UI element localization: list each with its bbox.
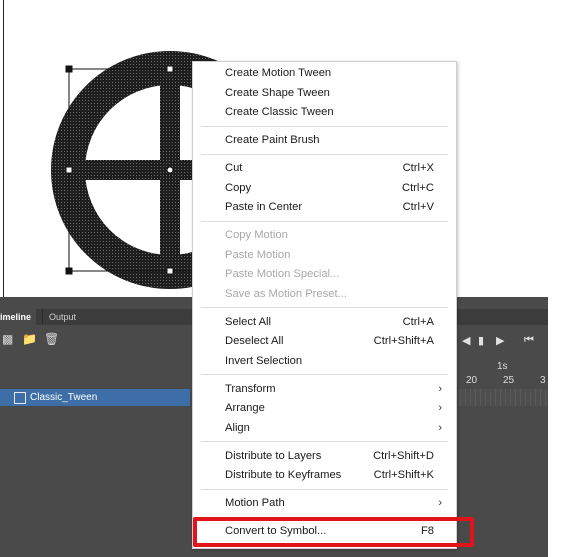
menu-item-label: Distribute to Keyframes (225, 469, 342, 481)
chevron-right-icon: › (438, 497, 442, 509)
menu-separator (201, 125, 448, 127)
menu-item-label: Create Paint Brush (225, 134, 320, 146)
menu-item-shortcut: Ctrl+Shift+D (373, 449, 434, 462)
chevron-right-icon: › (438, 421, 442, 434)
menu-item-transform[interactable]: Transform › (193, 380, 456, 399)
handle-top-left (65, 65, 73, 73)
highlight-box (193, 517, 474, 547)
menu-item-label: Paste Motion (225, 248, 291, 261)
menu-item-deselect-all[interactable]: Deselect All Ctrl+Shift+A (193, 332, 456, 351)
menu-item-label: Invert Selection (225, 354, 303, 367)
menu-item-arrange[interactable]: Arrange › (193, 399, 456, 418)
menu-item-create-shape-tween[interactable]: Create Shape Tween (193, 84, 456, 103)
menu-item-label: Paste Motion Special... (225, 268, 340, 280)
menu-item-invert-selection[interactable]: Invert Selection (193, 352, 456, 371)
chevron-right-icon: › (438, 382, 442, 395)
menu-separator (201, 153, 448, 155)
menu-item-paste-motion: Paste Motion (193, 246, 456, 265)
menu-item-align[interactable]: Align › (193, 419, 456, 438)
menu-item-label: Align (225, 421, 250, 434)
layer-row[interactable]: Classic_Tween (0, 389, 190, 406)
menu-item-save-as-motion-preset: Save as Motion Preset... (193, 285, 456, 304)
menu-item-shortcut: Ctrl+Shift+K (373, 469, 434, 481)
menu-item-label: Create Motion Tween (225, 67, 332, 79)
menu-separator (201, 441, 448, 442)
menu-item-label: Copy Motion (225, 229, 288, 241)
menu-item-distribute-to-keyframes[interactable]: Distribute to Keyframes Ctrl+Shift+K (193, 466, 456, 485)
menu-item-label: Create Shape Tween (225, 86, 330, 99)
menu-item-paste-motion-special: Paste Motion Special... (193, 265, 456, 284)
ruler-number: 25 (503, 375, 515, 386)
background-gap (548, 297, 570, 557)
step-forward-icon[interactable]: ▶ (496, 334, 504, 347)
menu-item-label: Deselect All (225, 335, 284, 347)
menu-separator (201, 374, 448, 375)
menu-item-label: Paste in Center (225, 201, 303, 213)
menu-separator (201, 220, 448, 222)
ruler-number: 20 (466, 375, 478, 386)
menu-item-create-paint-brush[interactable]: Create Paint Brush (193, 131, 456, 150)
handle-bottom-middle (166, 267, 174, 275)
menu-item-label: Cut (225, 162, 243, 174)
trash-icon[interactable]: 🗑 (44, 332, 59, 346)
menu-item-label: Copy (225, 181, 252, 194)
menu-item-distribute-to-layers[interactable]: Distribute to Layers Ctrl+Shift+D (193, 447, 456, 466)
menu-item-shortcut: Ctrl+A (402, 315, 434, 328)
new-layer-icon[interactable]: ▩ (2, 332, 13, 346)
layer-name: Classic_Tween (30, 392, 98, 403)
step-back-icon[interactable]: ◀ (462, 334, 470, 347)
handle-middle-left (65, 166, 73, 174)
menu-separator (201, 488, 448, 490)
menu-item-paste-in-center[interactable]: Paste in Center Ctrl+V (193, 198, 456, 217)
menu-item-copy-motion: Copy Motion (193, 226, 456, 245)
chevron-right-icon: › (438, 402, 442, 414)
menu-item-shortcut: Ctrl+V (402, 201, 434, 213)
menu-item-label: Save as Motion Preset... (225, 287, 347, 300)
frame-ruler[interactable] (455, 389, 548, 406)
menu-item-label: Transform (225, 382, 276, 395)
menu-item-create-classic-tween[interactable]: Create Classic Tween (193, 103, 456, 122)
handle-center (166, 166, 174, 174)
frame-time-label: 1s (497, 361, 508, 372)
menu-item-select-all[interactable]: Select All Ctrl+A (193, 313, 456, 332)
menu-item-create-motion-tween[interactable]: Create Motion Tween (193, 64, 456, 83)
menu-item-label: Create Classic Tween (225, 106, 334, 118)
tab-timeline[interactable]: imeline (0, 309, 36, 325)
menu-item-copy[interactable]: Copy Ctrl+C (193, 179, 456, 198)
ruler-number: 3 (540, 375, 546, 386)
menu-item-label: Select All (225, 315, 272, 328)
menu-item-cut[interactable]: Cut Ctrl+X (193, 159, 456, 178)
menu-item-motion-path[interactable]: Motion Path › (193, 494, 456, 513)
menu-item-shortcut: Ctrl+Shift+A (373, 335, 434, 347)
timeline-toolbar: ▩ 📁 🗑 (0, 332, 80, 350)
handle-top-middle (166, 65, 174, 73)
handle-bottom-left (65, 267, 73, 275)
folder-icon[interactable]: 📁 (22, 332, 37, 346)
menu-item-label: Arrange (225, 402, 265, 414)
menu-item-shortcut: Ctrl+C (401, 181, 434, 194)
context-menu: Create Motion Tween Create Shape Tween Cre… (192, 61, 457, 549)
menu-item-label: Distribute to Layers (225, 449, 322, 462)
menu-separator (201, 307, 448, 308)
menu-item-label: Motion Path (225, 497, 285, 509)
tab-output[interactable]: Output (42, 309, 82, 325)
playhead-icon[interactable]: ▮ (478, 334, 484, 347)
rewind-icon[interactable]: ⏮ (524, 334, 534, 347)
layer-symbol-icon (14, 392, 26, 404)
menu-item-shortcut: Ctrl+X (402, 162, 434, 174)
